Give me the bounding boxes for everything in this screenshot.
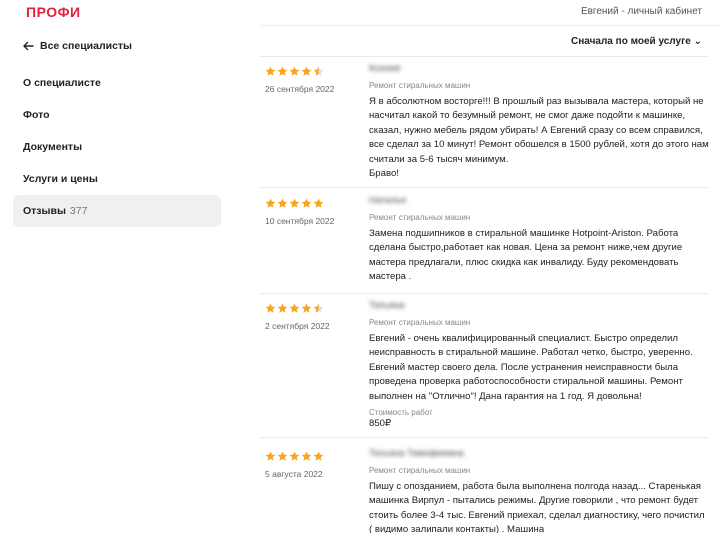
- star-icon: [265, 198, 276, 208]
- sidebar-item-services[interactable]: Услуги и цены: [13, 163, 221, 195]
- review-service: Ремонт стиральных машин: [369, 81, 471, 90]
- top-header: ПРОФИ Евгений - личный кабинет: [0, 0, 720, 26]
- star-icon: [301, 66, 312, 76]
- star-icon: [277, 303, 288, 313]
- star-icon: [277, 451, 288, 461]
- back-to-specialists-link[interactable]: Все специалисты: [22, 40, 132, 52]
- profi-logo[interactable]: ПРОФИ: [26, 4, 81, 20]
- arrow-left-icon: [23, 41, 34, 51]
- star-icon: [313, 198, 324, 208]
- star-icon: [313, 303, 324, 313]
- account-link[interactable]: Евгений - личный кабинет: [581, 6, 702, 17]
- rating-stars: [265, 198, 324, 209]
- rating-stars: [265, 66, 324, 77]
- sidebar-item-label: Отзывы: [23, 205, 66, 217]
- review-service: Ремонт стиральных машин: [369, 466, 471, 475]
- sort-dropdown[interactable]: Сначала по моей услуге ⌄: [571, 36, 702, 47]
- sidebar-item-about[interactable]: О специалисте: [13, 67, 221, 99]
- star-icon: [289, 451, 300, 461]
- star-icon: [301, 451, 312, 461]
- star-icon: [265, 66, 276, 76]
- sort-label: Сначала по моей услуге: [571, 36, 691, 47]
- sidebar-item-photo[interactable]: Фото: [13, 99, 221, 131]
- review-author: Наталья: [369, 195, 407, 206]
- sidebar-item-label: Услуги и цены: [23, 173, 98, 185]
- review-divider: [260, 437, 708, 438]
- sidebar-nav: О специалисте Фото Документы Услуги и це…: [13, 67, 221, 227]
- star-icon: [277, 66, 288, 76]
- star-icon: [301, 303, 312, 313]
- rating-stars: [265, 451, 324, 462]
- review-divider: [260, 293, 708, 294]
- price-value: 850₽: [369, 418, 392, 429]
- price-label: Стоимость работ: [369, 408, 433, 417]
- sidebar-item-label: Документы: [23, 141, 83, 153]
- review-date: 26 сентября 2022: [265, 84, 335, 94]
- review-date: 10 сентября 2022: [265, 216, 335, 226]
- review-author: Татьяна Тимофеевна: [369, 448, 464, 459]
- chevron-down-icon: ⌄: [693, 36, 702, 47]
- review-author: Ксения: [369, 63, 401, 74]
- star-icon: [277, 198, 288, 208]
- header-divider: [260, 25, 720, 26]
- review-text: Замена подшипников в стиральной машинке …: [369, 228, 683, 283]
- sidebar-item-reviews[interactable]: Отзывы 377: [13, 195, 221, 227]
- review-date: 2 сентября 2022: [265, 321, 330, 331]
- star-icon: [265, 451, 276, 461]
- review-author: Татьяна: [369, 300, 405, 311]
- star-icon: [289, 303, 300, 313]
- star-icon: [289, 66, 300, 76]
- review-text: Я в абсолютном восторге!!! В прошлый раз…: [369, 96, 709, 180]
- sort-divider: [260, 56, 708, 57]
- review-date: 5 августа 2022: [265, 469, 323, 479]
- star-icon: [265, 303, 276, 313]
- sidebar-item-label: Фото: [23, 109, 50, 121]
- star-icon: [301, 198, 312, 208]
- reviews-count: 377: [69, 205, 88, 217]
- star-icon: [313, 451, 324, 461]
- review-text: Пишу с опозданием, работа была выполнена…: [369, 481, 705, 533]
- star-icon: [289, 198, 300, 208]
- review-divider: [260, 187, 708, 188]
- back-label: Все специалисты: [40, 40, 133, 52]
- review-service: Ремонт стиральных машин: [369, 213, 471, 222]
- review-text: Евгений - очень квалифицированный специа…: [369, 333, 693, 402]
- sidebar-item-documents[interactable]: Документы: [13, 131, 221, 163]
- rating-stars: [265, 303, 324, 314]
- review-service: Ремонт стиральных машин: [369, 318, 471, 327]
- star-icon: [313, 66, 324, 76]
- sidebar-item-label: О специалисте: [23, 77, 101, 89]
